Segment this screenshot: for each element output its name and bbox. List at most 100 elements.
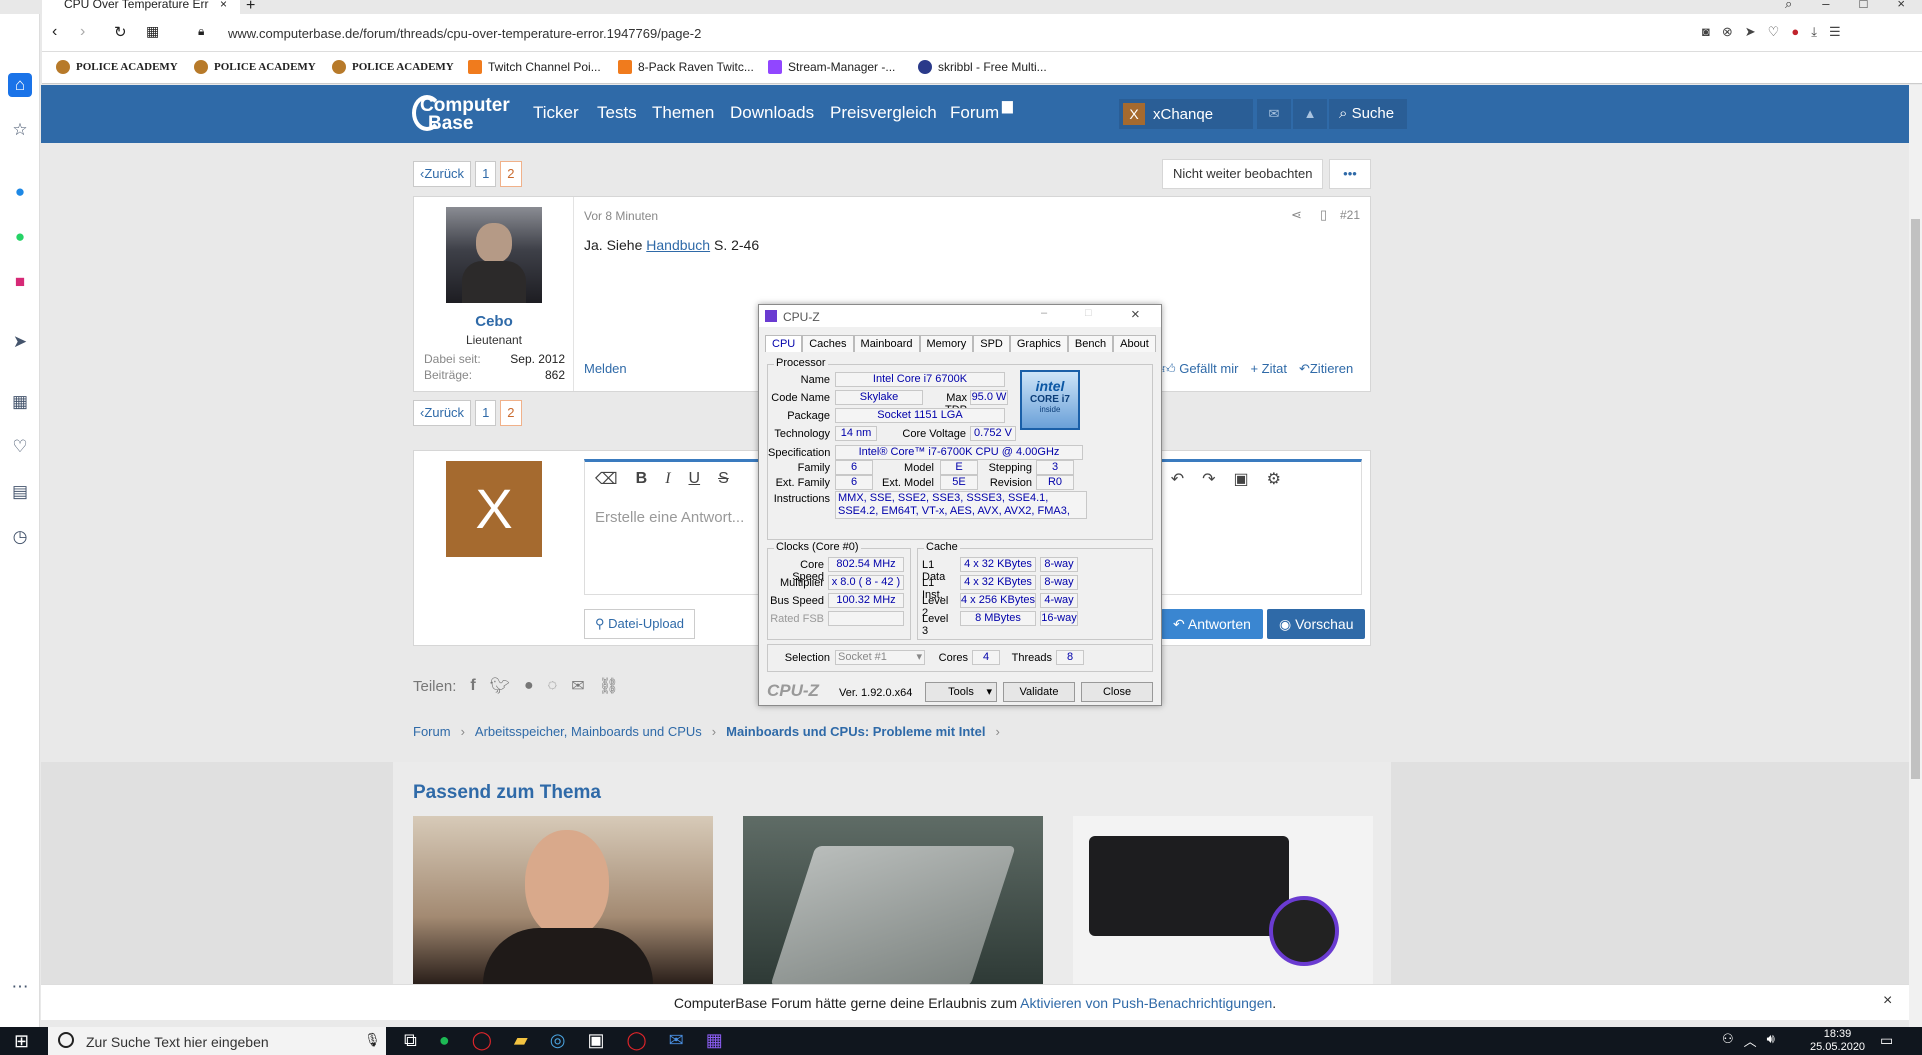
forward-icon[interactable]: ›: [80, 23, 85, 41]
send-icon[interactable]: ➤: [8, 330, 32, 354]
cpuz-tab-caches[interactable]: Caches: [802, 335, 854, 352]
people-icon[interactable]: ⚇: [1722, 1031, 1734, 1050]
taskbar-clock[interactable]: 18:39 25.05.2020: [1810, 1028, 1865, 1054]
mail-icon[interactable]: ✉: [669, 1030, 684, 1051]
pager-page-1[interactable]: 1: [475, 400, 497, 426]
email-share-icon[interactable]: ✉: [571, 676, 584, 696]
block-icon[interactable]: ⊗: [1722, 24, 1733, 40]
bookmark-item[interactable]: 8-Pack Raven Twitc...: [618, 60, 754, 74]
file-explorer-icon[interactable]: ▰: [514, 1030, 528, 1051]
facebook-icon[interactable]: f: [470, 677, 475, 695]
back-icon[interactable]: ‹: [52, 23, 57, 41]
breadcrumb-subforum[interactable]: Mainboards und CPUs: Probleme mit Intel: [726, 724, 985, 739]
cpuz-close-icon[interactable]: ×: [1131, 306, 1140, 323]
cpuz-tab-spd[interactable]: SPD: [973, 335, 1010, 352]
cpuz-tab-memory[interactable]: Memory: [919, 335, 974, 352]
breadcrumb-forum[interactable]: Forum: [413, 724, 451, 739]
breadcrumb-category[interactable]: Arbeitsspeicher, Mainboards und CPUs: [475, 724, 702, 739]
nav-ticker[interactable]: Ticker: [533, 103, 579, 123]
cpuz-tab-mainboard[interactable]: Mainboard: [853, 335, 920, 352]
cpuz-minimize-icon[interactable]: –: [1041, 307, 1047, 319]
whatsapp-icon[interactable]: ●: [8, 225, 32, 249]
share-icon[interactable]: ⋖: [1291, 207, 1302, 223]
minimize-icon[interactable]: –: [1822, 0, 1829, 12]
strikethrough-icon[interactable]: S: [718, 470, 729, 488]
browser-tab[interactable]: CPU Over Temperature Err ×: [42, 0, 240, 14]
instagram-icon[interactable]: ■: [8, 270, 32, 294]
new-tab-button[interactable]: +: [246, 0, 255, 15]
notification-close-icon[interactable]: ×: [1883, 992, 1892, 1010]
heart-icon[interactable]: ♡: [8, 435, 32, 459]
post-number[interactable]: #21: [1340, 208, 1360, 222]
cpuz-taskbar-icon[interactable]: ▦: [706, 1030, 723, 1051]
cite-button[interactable]: ↶Zitieren: [1299, 361, 1353, 377]
site-logo[interactable]: Computer Base: [412, 93, 522, 137]
news-icon[interactable]: ▤: [8, 480, 32, 504]
windows-start-icon[interactable]: ⊞: [14, 1031, 29, 1052]
bold-icon[interactable]: B: [636, 470, 648, 488]
search-tabs-icon[interactable]: ⌕: [1785, 0, 1792, 12]
unwatch-button[interactable]: Nicht weiter beobachten: [1162, 159, 1324, 189]
cpuz-tab-graphics[interactable]: Graphics: [1009, 335, 1068, 352]
envelope-icon[interactable]: ✉: [1257, 99, 1291, 129]
maximize-icon[interactable]: □: [1860, 0, 1868, 12]
user-menu[interactable]: X xChanqe: [1119, 99, 1253, 129]
tray-chevron-icon[interactable]: ︿: [1744, 1031, 1757, 1050]
scrollbar-thumb[interactable]: [1911, 219, 1920, 779]
spotify-icon[interactable]: ●: [439, 1030, 450, 1051]
opera-gx-icon[interactable]: ◯: [626, 1030, 646, 1051]
bookmark-item[interactable]: Twitch Channel Poi...: [468, 60, 601, 74]
cpuz-tools-button[interactable]: Tools ▾: [925, 682, 997, 702]
italic-icon[interactable]: I: [665, 470, 670, 488]
cpuz-window[interactable]: CPU-Z – □ × CPU Caches Mainboard Memory …: [758, 304, 1162, 706]
bookmark-item[interactable]: skribbl - Free Multi...: [918, 60, 1047, 74]
pager-page-2[interactable]: 2: [500, 400, 522, 426]
menu-icon[interactable]: ☰: [1829, 24, 1841, 40]
messenger-icon[interactable]: ●: [8, 180, 32, 204]
save-draft-icon[interactable]: ▣: [1234, 469, 1249, 489]
redo-icon[interactable]: ↷: [1202, 469, 1215, 489]
file-upload-button[interactable]: ⚲ Datei-Upload: [584, 609, 696, 639]
selection-dropdown[interactable]: Socket #1 ▾: [835, 650, 925, 665]
user-avatar-image[interactable]: [446, 207, 542, 303]
bookmark-item[interactable]: POLICE ACADEMY: [332, 60, 454, 74]
underline-icon[interactable]: U: [689, 470, 701, 488]
related-image-3[interactable]: [1073, 816, 1373, 984]
pager-back-button[interactable]: ‹Zurück: [413, 400, 472, 426]
url-text[interactable]: www.computerbase.de/forum/threads/cpu-ov…: [228, 26, 701, 41]
related-image-1[interactable]: [413, 816, 713, 984]
action-center-icon[interactable]: ▭: [1880, 1032, 1893, 1049]
bookmark-item[interactable]: Stream-Manager -...: [768, 60, 895, 74]
task-view-icon[interactable]: ⧉: [404, 1030, 417, 1051]
clear-format-icon[interactable]: ⌫: [595, 469, 618, 489]
pager-back-button[interactable]: ‹Zurück: [413, 161, 472, 187]
pager-page-1[interactable]: 1: [475, 161, 497, 187]
twitter-icon[interactable]: 🐦︎: [490, 676, 510, 696]
submit-reply-button[interactable]: ↶ Antworten: [1161, 609, 1263, 639]
opera-taskbar-icon[interactable]: ◯: [472, 1030, 492, 1051]
history-icon[interactable]: ◷: [8, 525, 32, 549]
undo-icon[interactable]: ↶: [1171, 469, 1184, 489]
apps-icon[interactable]: ▦: [8, 390, 32, 414]
editor-settings-icon[interactable]: ⚙: [1267, 469, 1281, 489]
bell-icon[interactable]: ▲: [1293, 99, 1327, 129]
cpuz-tab-bench[interactable]: Bench: [1067, 335, 1114, 352]
nav-preisvergleich[interactable]: Preisvergleich: [830, 103, 937, 123]
more-icon[interactable]: ⋯: [8, 975, 32, 999]
tabs-overview-icon[interactable]: ▦: [146, 23, 159, 40]
quote-button[interactable]: + Zitat: [1250, 361, 1287, 377]
like-button[interactable]: 👍︎ Gefällt mir: [1162, 361, 1238, 377]
more-options-button[interactable]: •••: [1329, 159, 1371, 189]
cpuz-tab-cpu[interactable]: CPU: [765, 335, 803, 352]
search-button[interactable]: ⌕ Suche: [1329, 99, 1407, 129]
page-scrollbar[interactable]: [1909, 85, 1922, 1027]
nav-downloads[interactable]: Downloads: [730, 103, 814, 123]
app-icon[interactable]: ◎: [550, 1030, 566, 1051]
store-icon[interactable]: ▣: [587, 1030, 604, 1051]
enable-push-link[interactable]: Aktivieren von Push-Benachrichtigungen: [1020, 995, 1272, 1011]
cpuz-validate-button[interactable]: Validate: [1003, 682, 1075, 702]
reddit-icon[interactable]: ●: [524, 677, 534, 695]
volume-icon[interactable]: 🔊︎: [1767, 1031, 1775, 1050]
tab-close-icon[interactable]: ×: [220, 0, 227, 10]
cpuz-close-button[interactable]: Close: [1081, 682, 1153, 702]
